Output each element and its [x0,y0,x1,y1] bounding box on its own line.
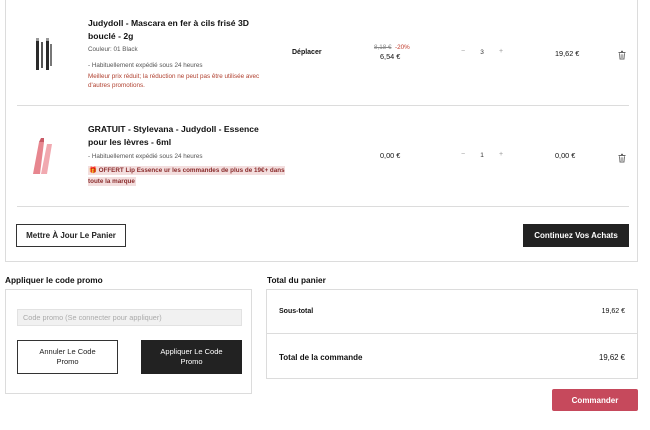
checkout-button[interactable]: Commander [552,389,638,411]
shipping-info: - Habituellement expédié sous 24 heures [88,62,203,69]
mascara-product-image[interactable] [25,36,63,78]
quantity-increase-button[interactable]: + [495,151,507,158]
subtotal-row: Sous-total 19,62 € [267,290,637,334]
product-name[interactable]: Judydoll - Mascara en fer à cils frisé 3… [88,17,278,42]
continue-shopping-button[interactable]: Continuez Vos Achats [523,224,629,247]
promo-panel: Annuler Le Code Promo Appliquer Le Code … [5,289,252,394]
trash-icon[interactable] [617,47,627,60]
product-name[interactable]: GRATUIT - Stylevana - Judydoll - Essence… [88,123,278,148]
cart-totals-title: Total du panier [267,275,326,285]
line-total: 19,62 € [555,49,580,58]
trash-icon[interactable] [617,150,627,163]
quantity-value[interactable]: 3 [476,48,488,56]
product-variant: Couleur: 01 Black [88,46,138,53]
move-to-wishlist-link[interactable]: Déplacer [292,49,322,56]
update-cart-button[interactable]: Mettre À Jour Le Panier [16,224,126,247]
price-note: Meilleur prix réduit; la réduction ne pe… [88,73,260,89]
unit-price: 0,00 € [380,151,401,160]
unit-price: 6,54 € [380,52,401,61]
original-price: 8,18 € [374,44,392,51]
order-total-label: Total de la commande [279,353,363,362]
order-total-value: 19,62 € [598,353,625,362]
promo-code-input[interactable] [17,309,242,326]
quantity-stepper: − 3 + [457,48,509,60]
cart-item-row: Judydoll - Mascara en fer à cils frisé 3… [17,0,629,106]
line-total: 0,00 € [555,151,576,160]
gift-promo-note: 🎁 OFFERT Lip Essence ur les commandes de… [88,165,288,187]
quantity-decrease-button[interactable]: − [457,48,469,55]
gift-promo-text: 🎁 OFFERT Lip Essence ur les commandes de… [88,166,285,186]
quantity-stepper: − 1 + [457,151,509,163]
order-total-row: Total de la commande 19,62 € [267,334,637,379]
quantity-decrease-button[interactable]: − [457,151,469,158]
cart-item-row: GRATUIT - Stylevana - Judydoll - Essence… [17,106,629,207]
cart-totals-panel: Sous-total 19,62 € Total de la commande … [266,289,638,379]
quantity-increase-button[interactable]: + [495,48,507,55]
cart-table: Judydoll - Mascara en fer à cils frisé 3… [5,0,638,262]
subtotal-value: 19,62 € [601,308,625,315]
lip-essence-product-image[interactable] [25,136,63,178]
cancel-promo-button[interactable]: Annuler Le Code Promo [17,340,118,374]
quantity-value[interactable]: 1 [476,151,488,159]
discount-badge: -20% [395,44,410,51]
subtotal-label: Sous-total [279,308,314,315]
apply-promo-button[interactable]: Appliquer Le Code Promo [141,340,242,374]
shipping-info: - Habituellement expédié sous 24 heures [88,153,203,160]
promo-title: Appliquer le code promo [5,275,103,285]
